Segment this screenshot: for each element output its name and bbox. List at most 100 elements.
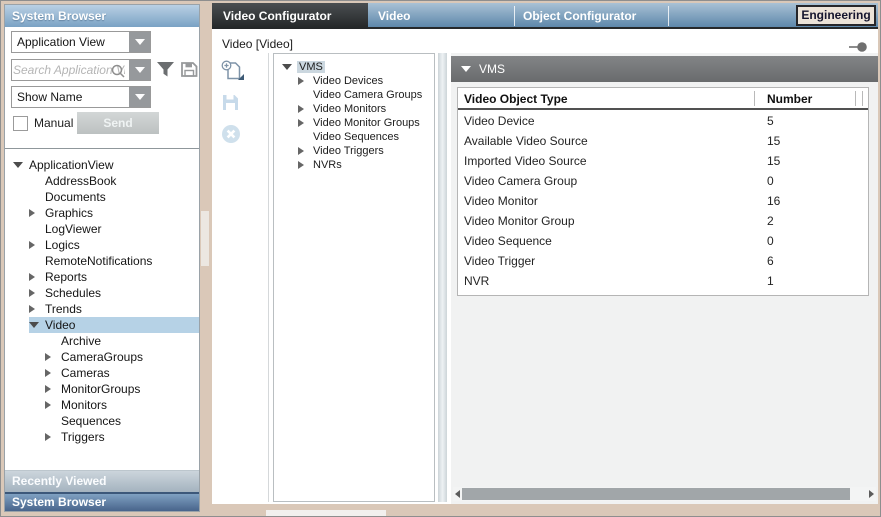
table-row[interactable]: Video Monitor Group2 [458,210,868,230]
table-row[interactable]: Imported Video Source15 [458,150,868,170]
object-type-cell: Video Sequence [464,234,552,248]
vms-section-title: VMS [479,56,505,82]
view-mode-value: Application View [12,32,124,52]
expand-arrow-icon[interactable] [298,105,313,113]
column-header-type[interactable]: Video Object Type [464,92,568,106]
application-window: System Browser Application View Show Nam… [0,0,881,517]
tree-item-sequences[interactable]: Sequences [45,413,199,429]
left-panel-scrollbar[interactable] [201,211,209,266]
tree-item-video[interactable]: Video [29,317,199,333]
save-button[interactable] [221,93,240,117]
save-filter-icon[interactable] [180,61,198,83]
tree-item-video-sequences[interactable]: Video Sequences [298,130,434,144]
tree-item-cameragroups[interactable]: CameraGroups [45,349,199,365]
table-row[interactable]: Video Trigger6 [458,250,868,270]
tree-item-video-devices[interactable]: Video Devices [298,74,434,88]
tree-item-addressbook[interactable]: AddressBook [29,173,199,189]
tree-item-label: RemoteNotifications [45,254,152,268]
expand-arrow-icon[interactable] [29,273,45,281]
system-browser-bar[interactable]: System Browser [5,492,199,511]
scroll-right-icon[interactable] [869,490,874,498]
expand-arrow-icon[interactable] [298,119,313,127]
column-separator[interactable] [862,91,863,106]
expand-arrow-icon[interactable] [45,385,61,393]
tree-item-label: Graphics [45,206,93,220]
tree-item-graphics[interactable]: Graphics [29,205,199,221]
tree-item-label: Video Monitor Groups [313,117,420,129]
filter-icon[interactable] [156,61,175,83]
tree-item-video-triggers[interactable]: Video Triggers [298,144,434,158]
tree-item-remotenotifications[interactable]: RemoteNotifications [29,253,199,269]
tree-item-triggers[interactable]: Triggers [45,429,199,445]
expand-arrow-icon[interactable] [29,209,45,217]
column-separator[interactable] [855,91,856,106]
panel-splitter[interactable] [438,53,447,502]
vms-section-header[interactable]: VMS [451,56,878,82]
tree-item-documents[interactable]: Documents [29,189,199,205]
column-header-number[interactable]: Number [767,92,812,106]
tree-item-monitors[interactable]: Monitors [45,397,199,413]
expand-arrow-icon[interactable] [298,161,313,169]
tree-item-reports[interactable]: Reports [29,269,199,285]
table-row[interactable]: NVR1 [458,270,868,290]
add-new-object-button[interactable] [221,60,245,86]
table-row[interactable]: Video Camera Group0 [458,170,868,190]
search-input[interactable] [13,61,125,79]
expand-arrow-icon[interactable] [298,77,313,85]
chevron-down-icon[interactable] [129,32,150,52]
tree-item-monitorgroups[interactable]: MonitorGroups [45,381,199,397]
table-row[interactable]: Video Sequence0 [458,230,868,250]
expand-arrow-icon[interactable] [461,66,471,72]
chevron-down-icon[interactable] [129,87,150,107]
expand-arrow-icon[interactable] [29,289,45,297]
table-row[interactable]: Video Monitor16 [458,190,868,210]
show-name-dropdown[interactable]: Show Name [11,86,151,108]
table-row[interactable]: Available Video Source15 [458,130,868,150]
object-type-cell: Video Monitor [464,194,538,208]
tree-item-video-monitors[interactable]: Video Monitors [298,102,434,116]
tree-item-logics[interactable]: Logics [29,237,199,253]
object-count-cell: 15 [767,134,780,148]
expand-arrow-icon[interactable] [29,241,45,249]
chevron-down-icon[interactable] [129,60,150,80]
tab-video-configurator[interactable]: Video Configurator [212,3,368,29]
tree-item-video-monitor-groups[interactable]: Video Monitor Groups [298,116,434,130]
recently-viewed-bar[interactable]: Recently Viewed [5,470,199,492]
tree-item-applicationview[interactable]: ApplicationView [13,157,199,173]
tree-item-vms[interactable]: VMS [282,60,434,74]
tree-item-schedules[interactable]: Schedules [29,285,199,301]
tree-item-label: Archive [61,334,101,348]
expand-arrow-icon[interactable] [29,305,45,313]
tab-object-configurator[interactable]: Object Configurator [514,3,668,29]
horizontal-scrollbar[interactable] [453,487,876,501]
expand-arrow-icon[interactable] [45,353,61,361]
collapse-arrow-icon[interactable] [282,64,297,70]
search-combo[interactable] [11,59,151,81]
column-separator[interactable] [754,91,755,106]
tab-video[interactable]: Video [368,3,514,29]
tree-item-cameras[interactable]: Cameras [45,365,199,381]
tree-item-logviewer[interactable]: LogViewer [29,221,199,237]
expand-arrow-icon[interactable] [45,433,61,441]
expand-arrow-icon[interactable] [45,369,61,377]
tree-item-nvrs[interactable]: NVRs [298,158,434,172]
tree-item-video-camera-groups[interactable]: Video Camera Groups [298,88,434,102]
tree-item-label: Logics [45,238,80,252]
expand-arrow-icon[interactable] [298,147,313,155]
delete-button[interactable] [221,124,241,149]
table-row[interactable]: Video Device5 [458,110,868,130]
scroll-left-icon[interactable] [455,490,460,498]
view-mode-dropdown[interactable]: Application View [11,31,151,53]
collapse-arrow-icon[interactable] [29,322,45,328]
tree-item-label: MonitorGroups [61,382,140,396]
engineering-mode-button[interactable]: Engineering [796,5,876,26]
tree-item-trends[interactable]: Trends [29,301,199,317]
scrollbar-thumb[interactable] [462,488,850,500]
collapse-arrow-icon[interactable] [13,162,29,168]
show-name-value: Show Name [12,87,124,107]
manual-checkbox[interactable] [13,116,28,131]
expand-arrow-icon[interactable] [45,401,61,409]
send-button[interactable]: Send [77,112,159,134]
tree-item-archive[interactable]: Archive [45,333,199,349]
tree-item-label: Video Monitors [313,103,386,115]
